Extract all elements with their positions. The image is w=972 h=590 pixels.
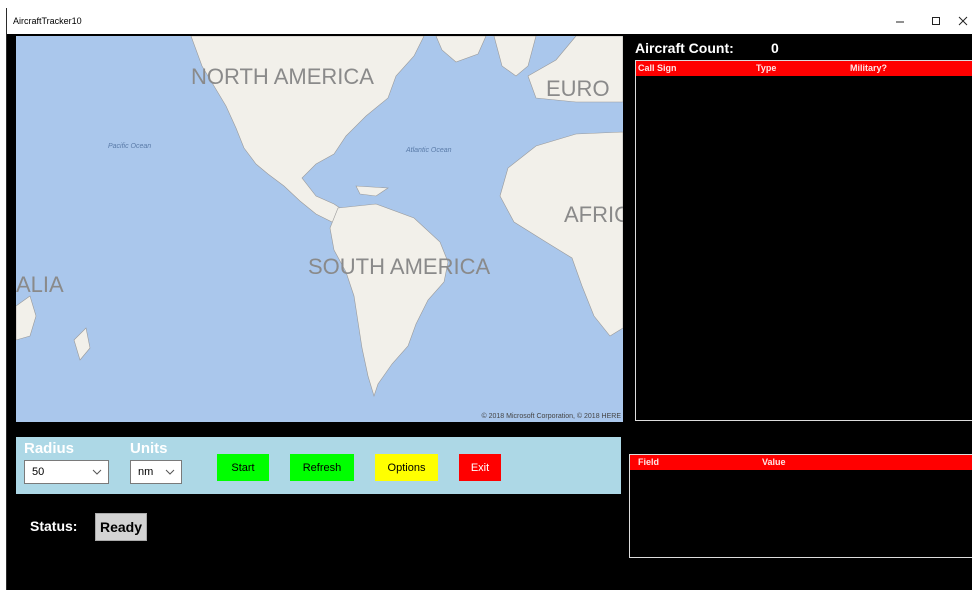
- column-header-type[interactable]: Type: [756, 63, 776, 73]
- chevron-down-icon: [92, 469, 102, 475]
- label-pacific: Pacific Ocean: [108, 143, 151, 150]
- maximize-button[interactable]: [919, 8, 953, 34]
- refresh-button[interactable]: Refresh: [290, 454, 354, 481]
- exit-button[interactable]: Exit: [459, 454, 501, 481]
- aircraft-count-label: Aircraft Count:: [635, 40, 734, 56]
- units-label: Units: [130, 440, 168, 457]
- controls-panel: Radius 50 Units nm Start Refresh Options…: [16, 437, 621, 494]
- radius-value: 50: [32, 466, 45, 478]
- aircraft-details-list[interactable]: Field Value: [629, 454, 972, 558]
- column-header-value[interactable]: Value: [762, 457, 786, 467]
- column-header-military[interactable]: Military?: [850, 63, 887, 73]
- window-title: AircraftTracker10: [13, 16, 82, 26]
- aircraft-list-header: Call Sign Type Military?: [636, 61, 972, 76]
- app-window: AircraftTracker10 NORTH AMERICA SOUTH AM…: [6, 8, 972, 590]
- map-canvas[interactable]: NORTH AMERICA SOUTH AMERICA EURO AFRIC A…: [16, 36, 623, 422]
- label-europe: EURO: [546, 76, 610, 101]
- units-combobox[interactable]: nm: [130, 460, 182, 484]
- column-header-field[interactable]: Field: [638, 457, 659, 467]
- minimize-button[interactable]: [883, 8, 917, 34]
- status-badge: Ready: [95, 513, 147, 541]
- aircraft-count-value: 0: [771, 40, 779, 56]
- map-attribution: © 2018 Microsoft Corporation, © 2018 HER…: [481, 413, 622, 420]
- maximize-icon: [932, 17, 940, 25]
- column-header-call-sign[interactable]: Call Sign: [638, 63, 677, 73]
- close-icon: [958, 16, 968, 26]
- status-label: Status:: [30, 518, 78, 534]
- label-atlantic: Atlantic Ocean: [405, 147, 452, 154]
- map-view[interactable]: NORTH AMERICA SOUTH AMERICA EURO AFRIC A…: [16, 36, 623, 422]
- minimize-icon: [896, 21, 904, 23]
- label-north-america: NORTH AMERICA: [191, 64, 374, 89]
- close-button[interactable]: [953, 8, 972, 34]
- options-button[interactable]: Options: [375, 454, 438, 481]
- details-list-header: Field Value: [630, 455, 972, 470]
- aircraft-list[interactable]: Call Sign Type Military?: [635, 60, 972, 421]
- radius-combobox[interactable]: 50: [24, 460, 109, 484]
- label-south-america: SOUTH AMERICA: [308, 254, 490, 279]
- label-australia: ALIA: [16, 272, 64, 297]
- label-africa: AFRIC: [564, 202, 623, 227]
- radius-label: Radius: [24, 440, 75, 457]
- chevron-down-icon: [165, 469, 175, 475]
- units-value: nm: [138, 466, 154, 478]
- start-button[interactable]: Start: [217, 454, 269, 481]
- title-bar[interactable]: AircraftTracker10: [7, 8, 972, 34]
